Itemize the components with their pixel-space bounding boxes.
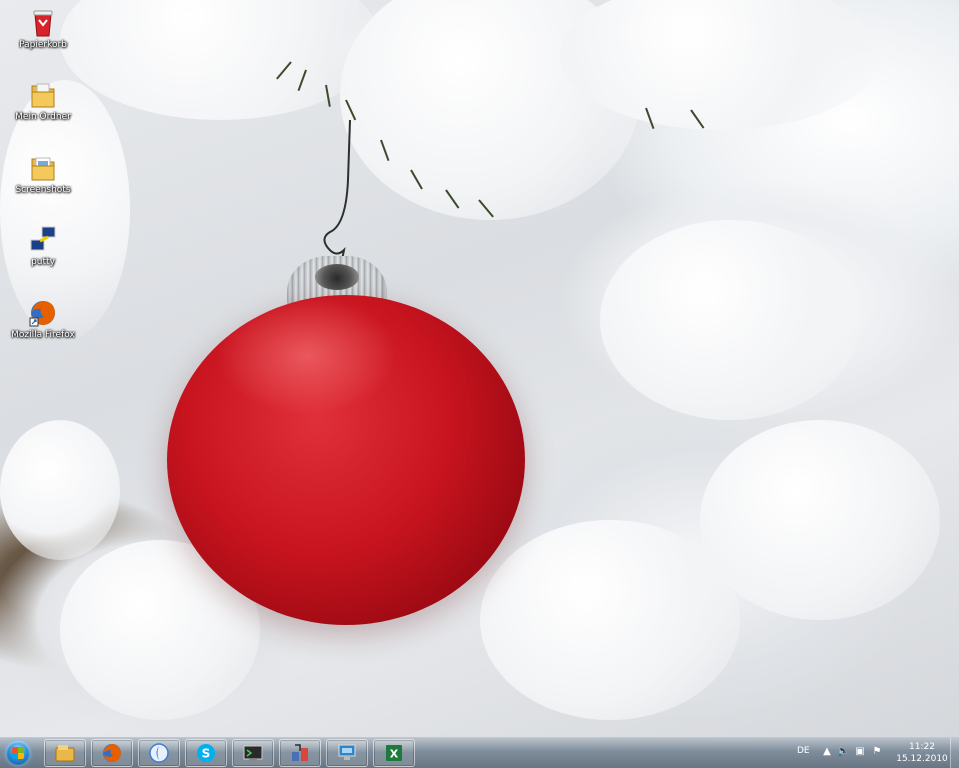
- system-tray: DE ▲ 🔈 ▣ ⚑ 11:22 15.12.2010: [779, 738, 959, 768]
- taskbar-terminal[interactable]: [232, 739, 274, 767]
- taskbar-skype[interactable]: S: [185, 739, 227, 767]
- tool-icon: [292, 744, 308, 761]
- folder-icon: [31, 83, 55, 108]
- windows-logo-icon: [12, 747, 24, 759]
- desktop-icon-label: Mozilla Firefox: [11, 330, 75, 340]
- taskbar-tool[interactable]: [279, 739, 321, 767]
- firefox-icon: [103, 744, 121, 762]
- clock-time: 11:22: [909, 742, 935, 752]
- excel-icon: X: [386, 745, 402, 761]
- desktop-icon-recycle-bin[interactable]: Papierkorb: [8, 8, 78, 50]
- show-desktop-button[interactable]: [950, 738, 959, 768]
- folder-icon: [31, 157, 55, 181]
- snow-clump: [0, 420, 120, 560]
- folder-icon: [55, 745, 75, 762]
- desktop-icon-label: Mein Ordner: [15, 112, 71, 122]
- remote-desktop-icon: [338, 744, 356, 760]
- taskbar-app-blue-circle[interactable]: [138, 739, 180, 767]
- recycle-bin-icon: [33, 10, 53, 37]
- christmas-ornament: [167, 295, 525, 625]
- desktop-icon-screenshots[interactable]: Screenshots: [8, 153, 78, 195]
- desktop-icon-label: putty: [31, 257, 55, 267]
- desktop-icon-label: Screenshots: [15, 185, 71, 195]
- skype-icon: S: [197, 744, 215, 762]
- snow-clump: [480, 520, 740, 720]
- start-button[interactable]: [4, 739, 34, 767]
- firefox-icon: [29, 301, 55, 327]
- clock-date: 15.12.2010: [896, 754, 948, 764]
- blue-circle-icon: [149, 743, 169, 763]
- taskbar-firefox[interactable]: [91, 739, 133, 767]
- putty-icon: [30, 226, 56, 251]
- show-hidden-icons-icon[interactable]: ▲: [821, 746, 833, 758]
- desktop-icon-label: Papierkorb: [19, 40, 67, 50]
- taskbar-explorer[interactable]: [44, 739, 86, 767]
- network-icon[interactable]: ▣: [854, 746, 866, 758]
- desktop-wallpaper: Papierkorb Mein Ordner Screenshots putty: [0, 0, 959, 737]
- volume-icon[interactable]: 🔈: [837, 746, 849, 758]
- terminal-icon: [243, 745, 263, 761]
- language-indicator[interactable]: DE: [797, 746, 810, 756]
- desktop-icon-firefox[interactable]: Mozilla Firefox: [8, 298, 78, 340]
- svg-text:X: X: [390, 748, 399, 761]
- action-center-flag-icon[interactable]: ⚑: [871, 746, 883, 758]
- taskbar: S X DE ▲ 🔈 ▣ ⚑ 11:22 15.12.2010: [0, 737, 959, 768]
- snow-clump: [60, 0, 380, 120]
- taskbar-excel[interactable]: X: [373, 739, 415, 767]
- svg-text:S: S: [202, 747, 211, 761]
- ornament-hook: [323, 120, 351, 270]
- snow-clump: [700, 420, 940, 620]
- desktop-icon-putty[interactable]: putty: [8, 225, 78, 267]
- desktop-icon-my-folder[interactable]: Mein Ordner: [8, 80, 78, 122]
- clock[interactable]: 11:22 15.12.2010: [894, 741, 950, 765]
- taskbar-remote-desktop[interactable]: [326, 739, 368, 767]
- snow-clump: [600, 220, 860, 420]
